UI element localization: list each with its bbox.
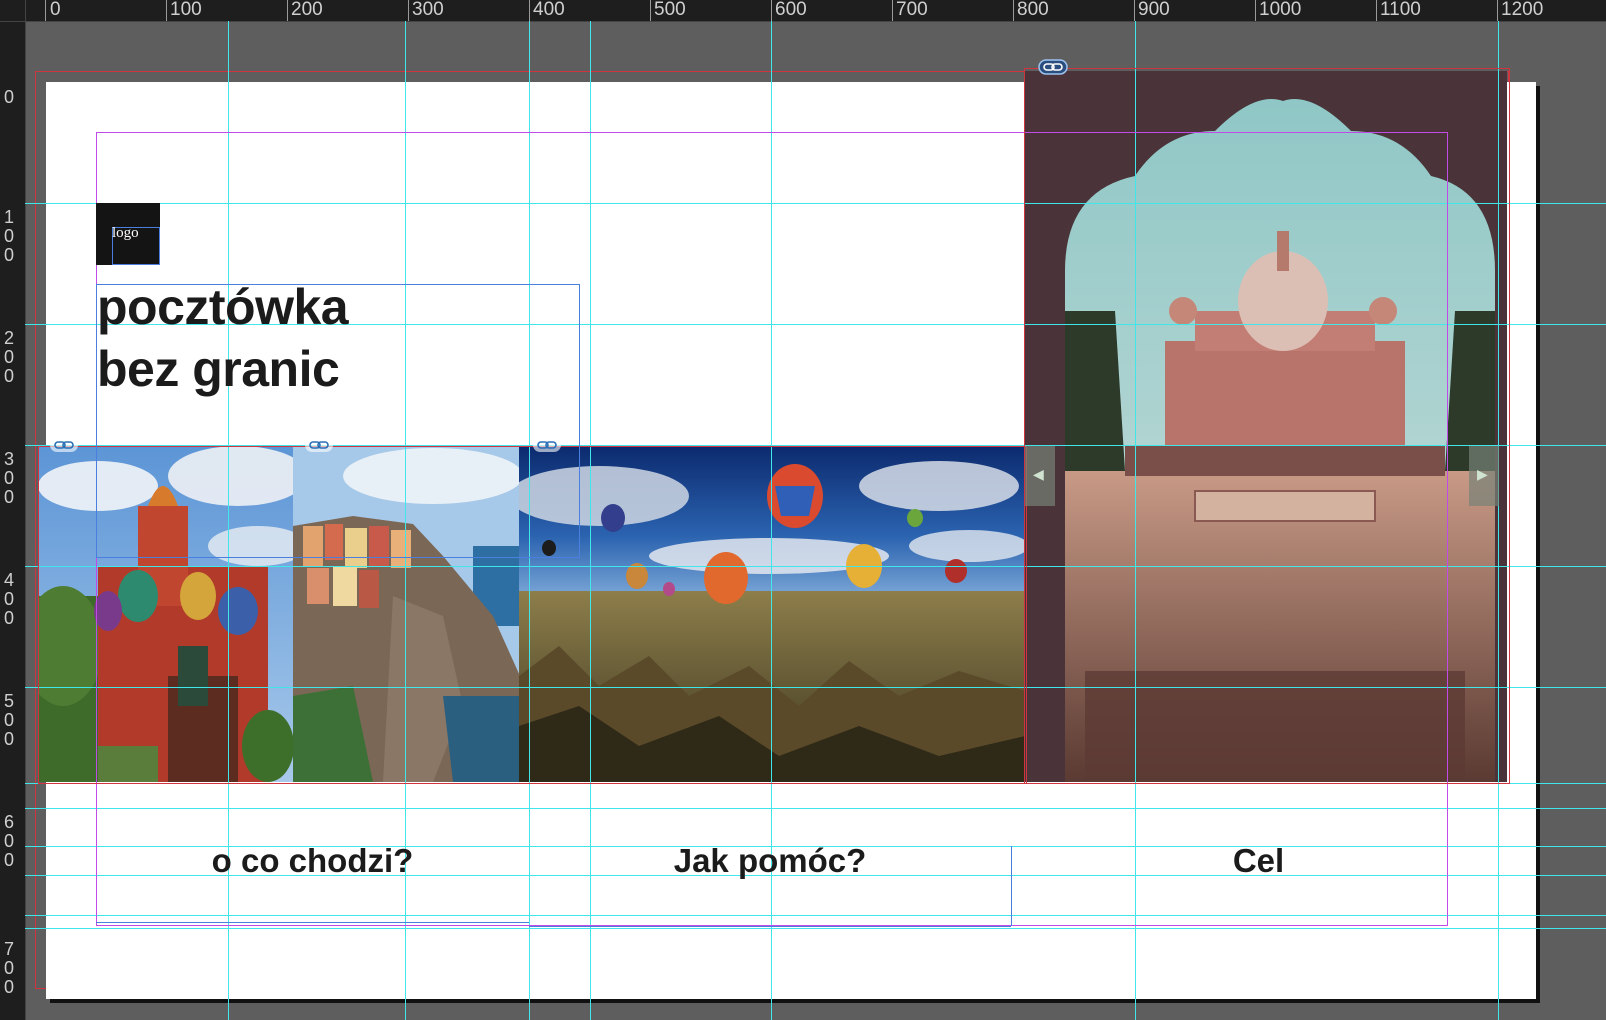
ruler-tick [771, 0, 772, 21]
link-icon[interactable] [304, 437, 334, 453]
link-icon[interactable] [49, 437, 79, 453]
ruler-label: 1000 [1259, 0, 1302, 20]
ruler-label: 6 0 0 [3, 812, 14, 870]
nav-cel[interactable]: Cel [1042, 842, 1475, 880]
ruler-tick [45, 0, 46, 21]
ruler-label: 3 0 0 [3, 449, 14, 507]
moscow-cathedral-image [38, 446, 294, 782]
guide-horizontal[interactable] [25, 783, 1606, 784]
india-mausoleum-arch-photo[interactable] [1025, 71, 1507, 782]
link-icon[interactable] [532, 437, 562, 453]
ruler-label: 0 [50, 0, 61, 20]
cinque-terre-photo[interactable] [293, 446, 520, 782]
ruler-label: 1 0 0 [3, 207, 14, 265]
ruler-label: 2 0 0 [3, 328, 14, 386]
ruler-label: 4 0 0 [3, 570, 14, 628]
ruler-tick [1013, 0, 1014, 21]
ruler-label: 600 [775, 0, 807, 20]
guide-horizontal[interactable] [25, 928, 1606, 929]
guide-horizontal[interactable] [25, 203, 1606, 204]
guide-horizontal[interactable] [25, 915, 1606, 916]
logo-placeholder[interactable]: logo [96, 203, 160, 265]
guide-horizontal[interactable] [25, 445, 1606, 446]
nav-o-co-chodzi[interactable]: o co chodzi? [96, 842, 529, 880]
guide-horizontal[interactable] [25, 808, 1606, 809]
ruler-tick [1255, 0, 1256, 21]
ruler-label: 400 [533, 0, 565, 20]
vertical-ruler[interactable]: 0 1 0 0 2 0 0 3 0 0 4 0 0 5 0 0 6 0 0 7 … [0, 0, 26, 1020]
ruler-label: 1100 [1380, 0, 1421, 20]
moscow-cathedral-photo[interactable] [38, 446, 294, 782]
frame-handle-left[interactable]: ◀ [1025, 446, 1055, 506]
ruler-tick [892, 0, 893, 21]
cinque-terre-image [293, 446, 520, 782]
headline-line-1: pocztówka [97, 279, 349, 335]
cappadocia-balloons-image [519, 446, 1025, 782]
link-icon[interactable] [1038, 59, 1068, 75]
ruler-label: 1200 [1501, 0, 1544, 20]
headline[interactable]: pocztówka bez granic [97, 276, 349, 400]
guide-horizontal[interactable] [25, 566, 1606, 567]
ruler-label: 900 [1138, 0, 1170, 20]
ruler-tick [408, 0, 409, 21]
ruler-tick [287, 0, 288, 21]
ruler-tick [1376, 0, 1377, 21]
ruler-label: 500 [654, 0, 686, 20]
ruler-label: 300 [412, 0, 444, 20]
cappadocia-balloons-photo[interactable] [519, 446, 1025, 782]
ruler-tick [1134, 0, 1135, 21]
india-mausoleum-arch-image [1025, 71, 1507, 782]
ruler-tick [166, 0, 167, 21]
guide-horizontal[interactable] [25, 687, 1606, 688]
ruler-label: 0 [3, 87, 14, 107]
horizontal-ruler[interactable]: 0 100 200 300 400 500 600 700 800 900 10… [0, 0, 1606, 22]
frame-handle-right[interactable]: ▶ [1469, 446, 1499, 506]
guide-vertical[interactable] [1498, 21, 1499, 1020]
nav-jak-pomoc[interactable]: Jak pomóc? [529, 842, 1011, 880]
ruler-label: 200 [291, 0, 323, 20]
ruler-label: 5 0 0 [3, 691, 14, 749]
ruler-label: 100 [170, 0, 202, 20]
headline-line-2: bez granic [97, 341, 340, 397]
arrow-left-icon: ◀ [1033, 466, 1044, 482]
ruler-label: 7 0 0 [3, 939, 14, 997]
ruler-label: 700 [896, 0, 928, 20]
ruler-label: 800 [1017, 0, 1049, 20]
logo-label: logo [112, 225, 139, 241]
arrow-right-icon: ▶ [1477, 466, 1488, 482]
ruler-tick [650, 0, 651, 21]
ruler-tick [1497, 0, 1498, 21]
ruler-origin[interactable] [0, 0, 26, 22]
ruler-tick [529, 0, 530, 21]
